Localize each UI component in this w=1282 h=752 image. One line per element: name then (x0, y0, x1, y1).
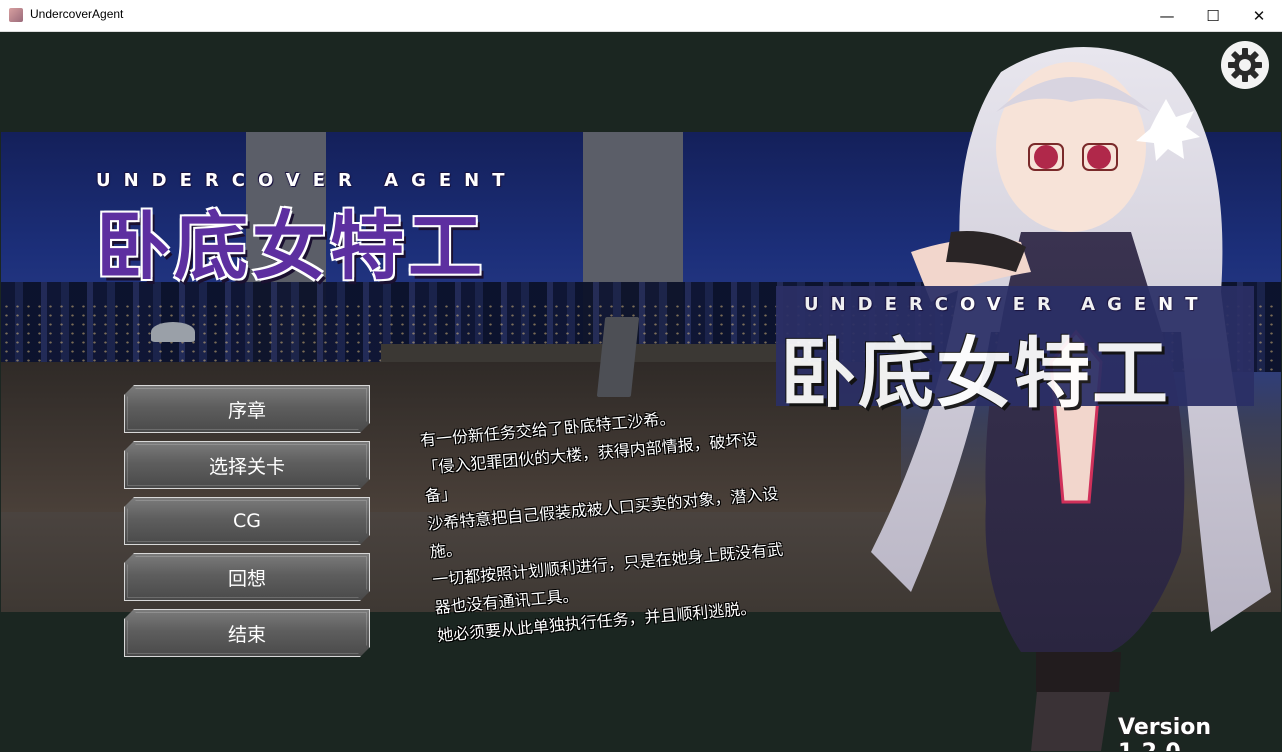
version-label: Version 1.2.0 (1118, 715, 1212, 751)
app-icon (9, 8, 23, 22)
game-window: UndercoverAgent — ☐ ✕ UNDERCOVER AGENT 卧… (0, 0, 1282, 752)
menu-button-level-select[interactable]: 选择关卡 (124, 441, 370, 489)
minimize-button[interactable]: — (1144, 0, 1190, 31)
menu-button-recollection[interactable]: 回想 (124, 553, 370, 601)
settings-button[interactable] (1221, 41, 1269, 89)
menu-button-prologue[interactable]: 序章 (124, 385, 370, 433)
title-bar: UndercoverAgent — ☐ ✕ (0, 0, 1282, 32)
menu-button-exit[interactable]: 结束 (124, 609, 370, 657)
story-synopsis: 有一份新任务交给了卧底特工沙希。 「侵入犯罪团伙的大楼，获得内部情报，破坏设 备… (419, 390, 857, 650)
game-canvas: UNDERCOVER AGENT 卧底女特工 UNDERCOVER AGENT … (1, 32, 1281, 751)
close-button[interactable]: ✕ (1236, 0, 1282, 31)
window-title: UndercoverAgent (30, 7, 124, 21)
menu-button-cg[interactable]: CG (124, 497, 370, 545)
game-logo-badge: UNDERCOVER AGENT 卧底女特工 (776, 286, 1254, 418)
logo-title: 卧底女特工 (96, 204, 486, 290)
main-menu: 序章 选择关卡 CG 回想 结束 (124, 385, 370, 665)
desk-lamp (151, 322, 195, 342)
maximize-button[interactable]: ☐ (1190, 0, 1236, 31)
gear-icon (1228, 48, 1262, 82)
game-logo: UNDERCOVER AGENT 卧底女特工 (96, 170, 576, 294)
